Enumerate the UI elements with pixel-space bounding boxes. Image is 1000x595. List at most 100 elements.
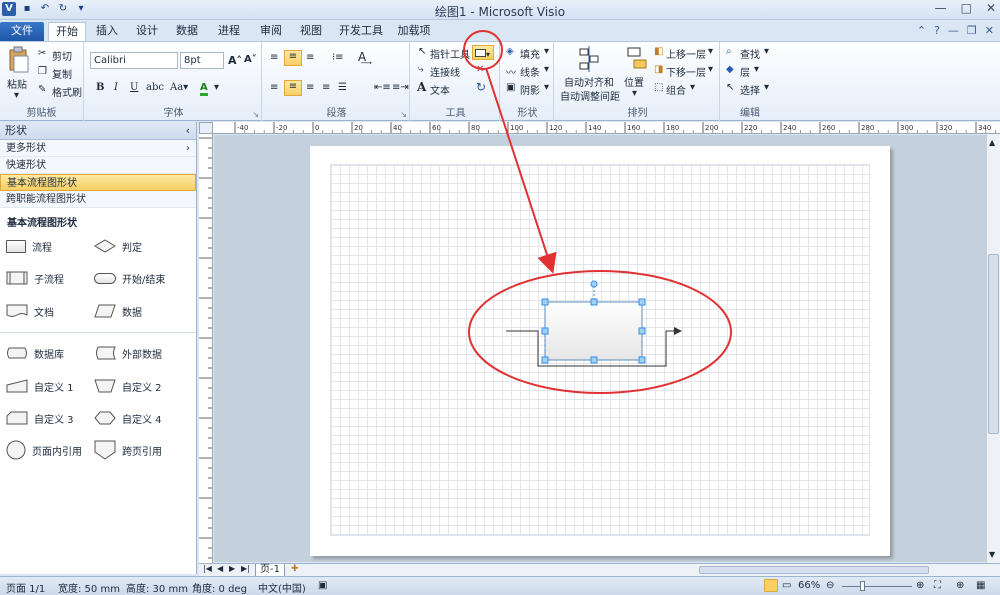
insert-page-icon[interactable]: ✚ [291,564,299,574]
connector-icon[interactable]: ⤷ [418,64,424,75]
align-left-icon[interactable]: ≡ [270,82,278,93]
zoom-in-icon[interactable]: ⊕ [916,580,924,591]
status-page[interactable]: 页面 1/1 [6,580,45,595]
group-button[interactable]: 组合 [666,82,686,97]
shadow-dropdown-icon[interactable]: ▾ [544,82,549,93]
font-family-select[interactable]: Calibri [90,52,178,69]
prev-page-icon[interactable]: ◀ [217,564,223,573]
send-backward-icon[interactable]: ◨ [654,64,663,75]
status-zoom[interactable]: 66% [798,580,820,591]
tab-design[interactable]: 设计 [132,22,162,41]
full-page-view-icon[interactable] [764,579,778,592]
shadow-button[interactable]: 阴影 [520,82,540,97]
align-right-icon[interactable]: ≡ [306,82,314,93]
more-shapes-button[interactable]: 更多形状 › [0,140,196,157]
justify-icon[interactable]: ≡ [322,82,330,93]
cut-button[interactable]: 剪切 [52,48,72,63]
text-tool-button[interactable]: 文本 [430,82,450,97]
doc-close-icon[interactable]: ✕ [985,24,994,37]
group-icon[interactable]: ⬚ [654,82,663,93]
line-icon[interactable]: 〰 [506,64,516,79]
distribute-icon[interactable]: ☰ [338,82,347,93]
fill-button[interactable]: 填充 [520,46,540,61]
send-backward-button[interactable]: 下移一层 [666,64,706,79]
connection-point-icon[interactable]: ✕ [476,64,484,75]
drawing-canvas[interactable] [214,135,986,562]
scroll-down-icon[interactable]: ▼ [989,550,995,559]
find-icon[interactable]: ⌕ [726,46,732,57]
stencil-decision[interactable]: 判定 [94,234,142,258]
minimize-icon[interactable]: — [935,1,947,15]
help-icon[interactable]: ? [934,24,940,37]
connector-button[interactable]: 连接线 [430,64,460,79]
copy-button[interactable]: 复制 [52,66,72,81]
stencil-database[interactable]: 数据库 [6,341,64,365]
line-button[interactable]: 线条 [520,64,540,79]
zoom-slider-thumb[interactable] [860,581,865,591]
collapse-pane-icon[interactable]: ‹ [186,122,190,140]
stencil-external-data[interactable]: 外部数据 [94,341,162,365]
vertical-scrollbar[interactable]: ▲ ▼ [986,134,1000,564]
format-painter-icon[interactable]: ✎ [38,84,46,95]
increase-indent-icon[interactable]: ≡⇥ [392,82,409,93]
auto-align-icon[interactable] [576,46,602,72]
shadow-icon[interactable]: ▣ [506,82,515,93]
tab-data[interactable]: 数据 [172,22,202,41]
bring-forward-button[interactable]: 上移一层 [666,46,706,61]
paragraph-dialog-launcher-icon[interactable]: ↘ [400,110,407,119]
stencil-custom-1[interactable]: 自定义 1 [6,374,74,398]
fill-dropdown-icon[interactable]: ▾ [544,46,549,57]
stencil-document[interactable]: 文档 [6,299,54,323]
tab-home[interactable]: 开始 [48,22,86,41]
select-dropdown-icon[interactable]: ▾ [764,82,769,93]
zoom-out-icon[interactable]: ⊖ [826,580,834,591]
stencil-custom-2[interactable]: 自定义 2 [94,374,162,398]
bring-forward-dropdown-icon[interactable]: ▾ [708,46,713,57]
stencil-data[interactable]: 数据 [94,299,142,323]
first-page-icon[interactable]: |◀ [203,564,212,573]
line-dropdown-icon[interactable]: ▾ [544,64,549,75]
stencil-start-end[interactable]: 开始/结束 [94,266,165,290]
stencil-on-page-reference[interactable]: 页面内引用 [6,438,82,462]
minimize-ribbon-icon[interactable]: ⌃ [917,24,926,37]
tab-insert[interactable]: 插入 [92,22,122,41]
group-dropdown-icon[interactable]: ▾ [690,82,695,93]
stencil-custom-4[interactable]: 自定义 4 [94,406,162,430]
stencil-subprocess[interactable]: 子流程 [6,266,64,290]
process-shape[interactable] [544,301,643,361]
stencil-custom-3[interactable]: 自定义 3 [6,406,74,430]
maximize-icon[interactable]: □ [961,1,972,15]
layers-dropdown-icon[interactable]: ▾ [754,64,759,75]
align-middle-icon[interactable]: ≡ [284,50,302,66]
status-language[interactable]: 中文(中国) [258,580,306,595]
horizontal-scroll-thumb[interactable] [699,566,929,574]
paste-button[interactable]: 粘贴 [7,76,27,91]
zoom-slider[interactable] [842,586,912,587]
presentation-icon[interactable]: ▭ [782,580,791,591]
find-dropdown-icon[interactable]: ▾ [764,46,769,57]
position-dropdown-icon[interactable]: ▾ [632,88,637,99]
shrink-font-icon[interactable]: A˅ [244,54,257,65]
change-case-icon[interactable]: Aa▾ [170,82,188,93]
find-button[interactable]: 查找 [740,46,760,61]
align-center-icon[interactable]: ≡ [284,80,302,96]
position-button[interactable]: 位置 [624,74,644,89]
bring-forward-icon[interactable]: ◧ [654,46,663,57]
tab-developer[interactable]: 开发工具 [336,22,386,41]
rotate-icon[interactable]: ↻ [476,80,486,94]
font-color-dropdown-icon[interactable]: ▾ [214,82,219,93]
text-direction-icon[interactable]: A͢ [358,50,366,64]
vertical-scroll-thumb[interactable] [988,254,999,434]
tab-addins[interactable]: 加载项 [396,22,432,41]
align-bottom-icon[interactable]: ≡ [306,52,314,63]
send-backward-dropdown-icon[interactable]: ▾ [708,64,713,75]
tab-file[interactable]: 文件 [0,22,44,41]
pointer-tool-button[interactable]: 指针工具 [430,46,470,61]
scroll-up-icon[interactable]: ▲ [989,138,995,147]
grow-font-icon[interactable]: A˄ [228,54,242,67]
macro-record-icon[interactable]: ▣ [318,580,327,591]
cross-functional-item[interactable]: 跨职能流程图形状 [0,191,196,208]
align-top-icon[interactable]: ≡ [270,52,278,63]
select-button[interactable]: 选择 [740,82,760,97]
bullets-icon[interactable]: ⁝≡ [332,52,344,63]
